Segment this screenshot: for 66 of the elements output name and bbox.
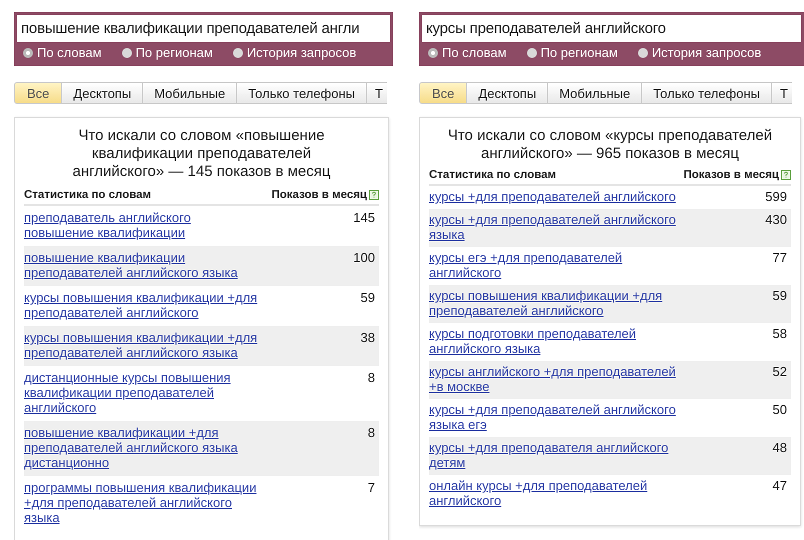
phrase-link[interactable]: курсы подготовки преподавателей английского языка: [429, 326, 679, 356]
count-cell: 77: [772, 250, 787, 265]
tab[interactable]: Только телефоны: [642, 82, 772, 104]
radio-icon[interactable]: [526, 48, 537, 58]
radio-label: По регионам: [540, 45, 618, 60]
tab[interactable]: Т: [367, 82, 387, 104]
phrase-link[interactable]: повышение квалификации преподавателей английского языка: [24, 250, 264, 280]
count-cell: 100: [353, 250, 375, 265]
search-field[interactable]: курсы преподавателей английского: [422, 15, 801, 42]
radio-option[interactable]: По регионам: [122, 45, 213, 60]
count-cell: 52: [772, 364, 787, 379]
count-cell: 599: [765, 189, 787, 204]
phrase-link[interactable]: курсы +для преподавателя английского детям: [429, 440, 679, 470]
phrase-link[interactable]: преподаватель английского повышение квалификации: [24, 210, 264, 240]
radio-label: По регионам: [136, 45, 213, 60]
radio-icon[interactable]: [122, 48, 132, 58]
tab[interactable]: Только телефоны: [237, 82, 368, 104]
tab[interactable]: Все: [14, 82, 62, 104]
radio-icon[interactable]: [232, 48, 243, 58]
count-cell: 48: [772, 440, 787, 455]
tab[interactable]: Десктопы: [62, 82, 144, 104]
tab[interactable]: Мобильные: [548, 82, 642, 104]
count-cell: 50: [772, 402, 787, 417]
count-cell: 145: [353, 210, 375, 225]
phrase-link[interactable]: курсы повышения квалификации +для преподавателей английского: [24, 290, 264, 320]
tab[interactable]: Десктопы: [467, 82, 548, 104]
radio-icon[interactable]: [428, 48, 438, 58]
tab[interactable]: Все: [419, 82, 468, 104]
count-cell: 38: [360, 330, 375, 345]
phrase-link[interactable]: дистанционные курсы повышения квалификации преподавателей английского: [24, 370, 264, 415]
count-cell: 47: [772, 478, 787, 493]
count-cell: 58: [772, 326, 787, 341]
phrase-link[interactable]: курсы +для преподавателей английского языка: [429, 212, 679, 242]
help-icon[interactable]: [781, 170, 791, 180]
column-header: Статистика по словам: [24, 189, 152, 201]
count-cell: 430: [765, 212, 787, 227]
radio-label: По словам: [37, 45, 102, 60]
column-header: Показов в месяц: [272, 189, 367, 201]
card-title: Что искали со словом «курсы преподавателей английского» — 965 показов в месяц: [446, 127, 774, 163]
help-icon[interactable]: [369, 190, 379, 200]
phrase-link[interactable]: курсы повышения квалификации +для преподавателей английского: [429, 288, 679, 318]
count-cell: 8: [368, 370, 375, 385]
phrase-link[interactable]: курсы егэ +для преподавателей английского: [429, 250, 679, 280]
search-field[interactable]: повышение квалификации преподавателей англи: [17, 15, 390, 42]
tab[interactable]: Мобильные: [143, 82, 238, 104]
phrase-link[interactable]: программы повышения квалификации +для преподавателей английского языка: [24, 480, 264, 525]
count-cell: 59: [360, 290, 375, 305]
radio-option[interactable]: По регионам: [526, 45, 618, 60]
count-cell: 59: [772, 288, 787, 303]
radio-option[interactable]: По словам: [23, 45, 102, 60]
column-header: Статистика по словам: [429, 169, 556, 181]
phrase-link[interactable]: повышение квалификации +для преподавателей английского языка дистанционно: [24, 425, 264, 470]
tab[interactable]: Т: [772, 82, 792, 104]
phrase-link[interactable]: курсы +для преподавателей английского: [429, 189, 679, 204]
phrase-link[interactable]: курсы +для преподавателей английского языка егэ: [429, 402, 679, 432]
column-header: Показов в месяц: [684, 169, 779, 181]
radio-label: По словам: [442, 45, 507, 60]
count-cell: 7: [368, 480, 375, 495]
radio-icon[interactable]: [23, 48, 33, 58]
card-title: Что искали со словом «повышение квалификации преподавателей английского» — 145 показов в месяц: [72, 127, 332, 181]
radio-icon[interactable]: [638, 48, 648, 58]
phrase-link[interactable]: курсы английского +для преподавателей +в москве: [429, 364, 679, 394]
count-cell: 8: [368, 425, 375, 440]
phrase-link[interactable]: онлайн курсы +для преподавателей английского: [429, 478, 679, 508]
phrase-link[interactable]: курсы повышения квалификации +для преподавателей английского языка: [24, 330, 264, 360]
radio-option[interactable]: По словам: [428, 45, 507, 60]
